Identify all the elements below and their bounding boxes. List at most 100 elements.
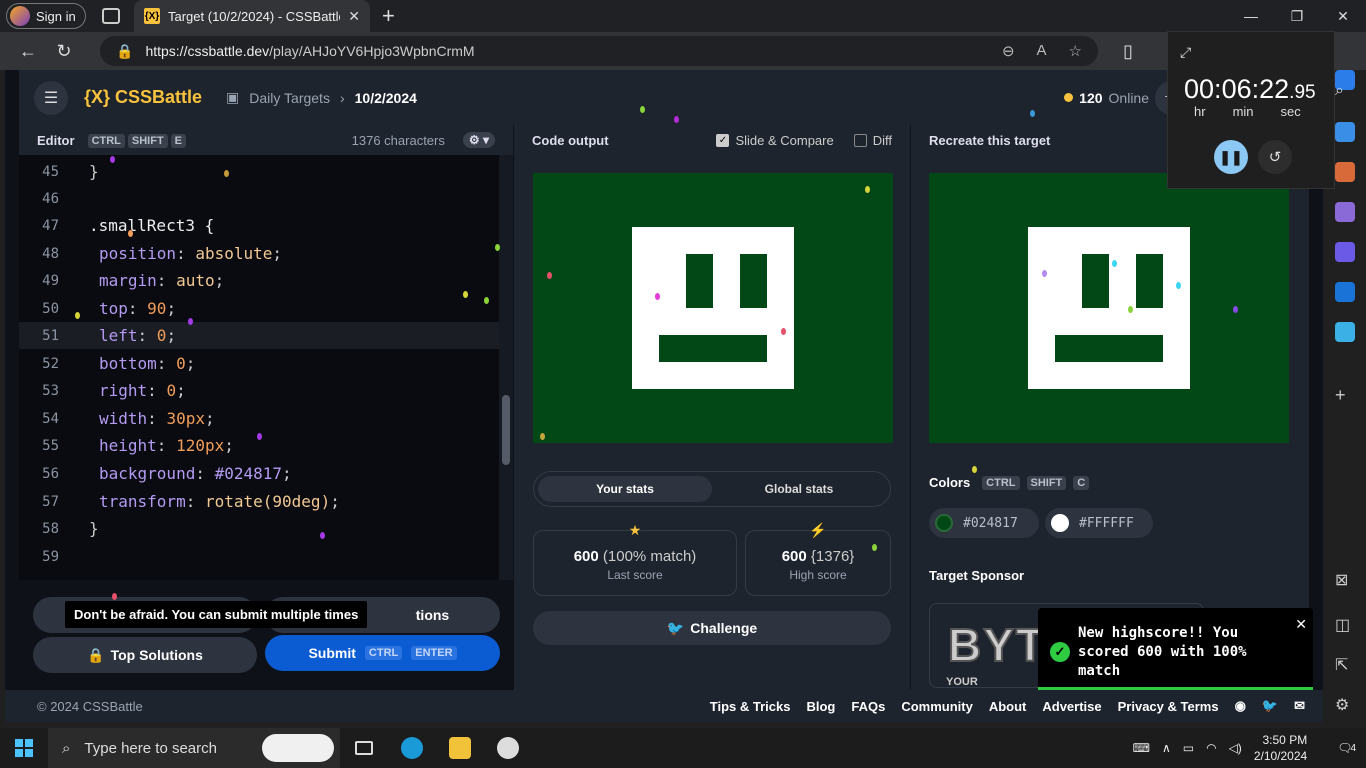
wifi-icon[interactable]: ◠: [1206, 741, 1216, 755]
taskbar-search[interactable]: ⌕ Type here to search: [48, 728, 340, 768]
zoom-icon[interactable]: ⊖: [1002, 42, 1015, 60]
kbd-ctrl: CTRL: [87, 134, 125, 148]
submit-button[interactable]: Submit CTRL ENTER: [265, 635, 500, 671]
code-editor[interactable]: 45} 46 47 .smallRect3 { 48 position: absol…: [19, 155, 513, 580]
code-line: 59: [42, 548, 59, 565]
diff-checkbox[interactable]: [853, 133, 867, 147]
color-hex: #024817: [963, 515, 1018, 531]
file-explorer-icon[interactable]: [436, 728, 484, 768]
browser-tab[interactable]: {X} Target (10/2/2024) - CSSBattle ✕: [134, 0, 370, 32]
output-header: Code output ✓ Slide & Compare Diff: [514, 125, 910, 155]
settings-gear-icon[interactable]: ⚙ ▾: [462, 132, 495, 148]
send-icon[interactable]: [1335, 322, 1355, 342]
taskbar-clock[interactable]: 3:50 PM 2/10/2024: [1254, 732, 1307, 764]
read-aloud-icon[interactable]: A: [1037, 42, 1047, 60]
copilot-icon[interactable]: [262, 734, 334, 762]
games-icon[interactable]: [1335, 202, 1355, 222]
code-output-canvas[interactable]: [533, 173, 893, 443]
tag-icon[interactable]: [1335, 122, 1355, 142]
discord-icon[interactable]: ◉: [1235, 698, 1246, 714]
stats-tabs: Your stats Global stats: [533, 471, 891, 507]
confetti: [872, 544, 877, 551]
confetti: [1030, 110, 1035, 117]
target-right-eye: [1136, 254, 1163, 308]
keyboard-icon[interactable]: ⌨: [1133, 741, 1150, 755]
color-chip-green[interactable]: #024817: [929, 508, 1039, 538]
volume-icon[interactable]: ◁): [1229, 741, 1242, 755]
minimize-icon[interactable]: —: [1228, 0, 1274, 32]
confetti: [484, 297, 489, 304]
open-external-icon[interactable]: ⇱: [1335, 655, 1355, 675]
avatar: [10, 6, 30, 26]
footer-link-about[interactable]: About: [989, 699, 1027, 714]
top-solutions-button[interactable]: 🔒 Top Solutions: [33, 637, 257, 673]
add-icon[interactable]: +: [1335, 385, 1355, 405]
color-chip-white[interactable]: #FFFFFF: [1045, 508, 1153, 538]
char-count: 1376 characters: [351, 132, 445, 148]
output-right-eye: [740, 254, 767, 308]
confetti: [110, 156, 115, 163]
mail-icon[interactable]: ✉: [1294, 698, 1305, 714]
tools-icon[interactable]: [1335, 162, 1355, 182]
pause-icon[interactable]: ❚❚: [1214, 140, 1248, 174]
clock-date: 2/10/2024: [1253, 749, 1308, 763]
confetti: [463, 291, 468, 298]
reset-icon[interactable]: ↺: [1258, 140, 1292, 174]
confetti: [781, 328, 786, 335]
new-tab-icon[interactable]: +: [382, 3, 395, 29]
tab-actions-icon[interactable]: [102, 8, 120, 24]
editor-scroll-thumb[interactable]: [502, 395, 510, 465]
start-button[interactable]: [0, 739, 48, 757]
signin-button[interactable]: Sign in: [6, 3, 86, 29]
favicon-icon: {X}: [144, 8, 160, 24]
screenshot-icon[interactable]: ⊠: [1335, 570, 1355, 590]
split-screen-icon[interactable]: ▯: [1110, 41, 1146, 62]
sidebar-toggle-icon[interactable]: ◫: [1335, 615, 1355, 635]
footer-link-tips[interactable]: Tips & Tricks: [710, 699, 791, 714]
battery-icon[interactable]: ▭: [1183, 741, 1194, 755]
code-line-active: 51 left: 0;: [19, 322, 513, 349]
confetti: [224, 170, 229, 177]
edge-icon[interactable]: [388, 728, 436, 768]
settings-icon[interactable]: ⚙: [1335, 695, 1355, 715]
favorite-star-icon[interactable]: ☆: [1069, 42, 1082, 60]
outlook-icon[interactable]: [1335, 282, 1355, 302]
challenge-button[interactable]: 🐦 Challenge: [533, 611, 891, 645]
chevron-up-icon[interactable]: ∧: [1162, 741, 1171, 755]
footer-link-advertise[interactable]: Advertise: [1042, 699, 1101, 714]
tab-global-stats[interactable]: Global stats: [712, 476, 886, 502]
restore-icon[interactable]: ❐: [1274, 0, 1320, 32]
editor-scrollbar[interactable]: [499, 155, 513, 580]
footer-link-faqs[interactable]: FAQs: [851, 699, 885, 714]
twitter-icon[interactable]: 🐦: [1262, 698, 1278, 714]
expand-icon[interactable]: ⤢: [1180, 44, 1191, 61]
search-icon[interactable]: ⌕: [1335, 82, 1355, 102]
footer-link-privacy[interactable]: Privacy & Terms: [1118, 699, 1219, 714]
task-view-icon[interactable]: [340, 728, 388, 768]
code-line: 56 background: #024817;: [42, 464, 292, 483]
slide-compare-checkbox[interactable]: ✓: [716, 133, 730, 147]
target-title: Recreate this target: [929, 132, 1051, 148]
footer-link-blog[interactable]: Blog: [806, 699, 835, 714]
high-score-chars: {1376}: [810, 548, 855, 565]
lightning-icon: ⚡: [809, 522, 827, 538]
breadcrumb-daily-targets[interactable]: Daily Targets: [249, 90, 330, 106]
kbd-enter: ENTER: [411, 646, 457, 660]
cssbattle-logo[interactable]: {X} CSSBattle: [84, 87, 202, 108]
windows-logo-icon: [15, 739, 33, 757]
m365-icon[interactable]: [1335, 242, 1355, 262]
url-field[interactable]: 🔒 https://cssbattle.dev/play/AHJoYV6Hpjo…: [100, 36, 1098, 66]
toast-close-icon[interactable]: ✕: [1295, 616, 1307, 633]
star-icon: ★: [628, 522, 642, 538]
back-icon[interactable]: ←: [10, 41, 46, 62]
refresh-icon[interactable]: ↻: [46, 41, 82, 62]
footer-link-community[interactable]: Community: [901, 699, 973, 714]
confetti: [547, 272, 552, 279]
close-tab-icon[interactable]: ✕: [348, 8, 360, 25]
menu-icon[interactable]: ☰: [34, 80, 68, 115]
close-window-icon[interactable]: ✕: [1320, 0, 1366, 32]
top-solutions-label: Top Solutions: [110, 647, 203, 663]
tab-your-stats[interactable]: Your stats: [538, 476, 712, 502]
app-icon[interactable]: [484, 728, 532, 768]
confetti: [865, 186, 870, 193]
